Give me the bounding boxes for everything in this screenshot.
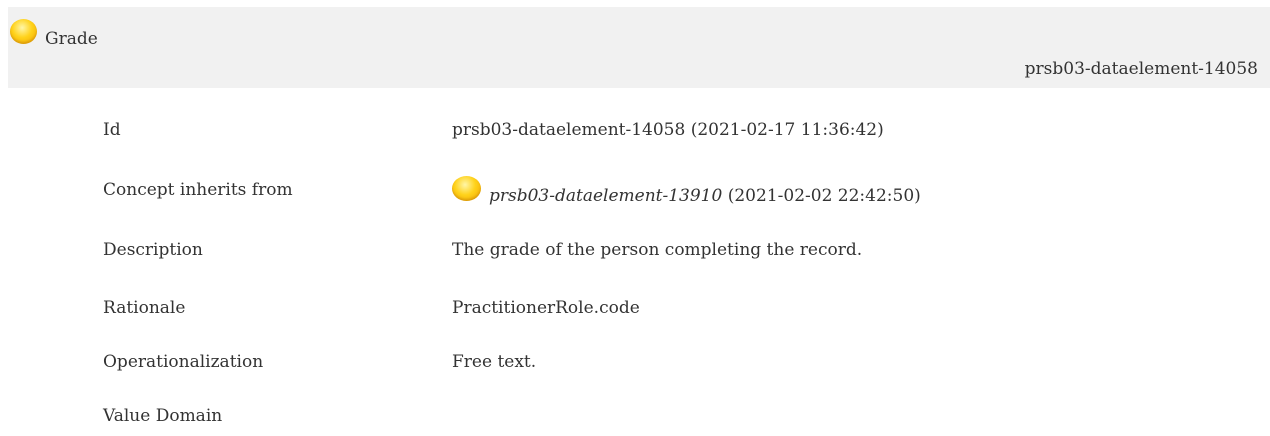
value-domain-row: Value Domain: [0, 406, 1270, 436]
operationalization-row: Operationalization Free text.: [0, 352, 1270, 382]
id-row: Id prsb03-dataelement-14058 (2021-02-17 …: [0, 120, 1270, 150]
description-value: The grade of the person completing the r…: [452, 240, 863, 260]
rationale-value: PractitionerRole.code: [452, 298, 640, 318]
inherits-timestamp: (2021-02-02 22:42:50): [727, 186, 921, 206]
inherits-row: Concept inherits from prsb03-dataelement…: [0, 176, 1270, 210]
id-label: Id: [103, 120, 121, 140]
operationalization-label: Operationalization: [103, 352, 264, 372]
concept-header: Grade prsb03-dataelement-14058: [8, 7, 1270, 88]
concept-title: Grade: [45, 29, 98, 49]
concept-id: prsb03-dataelement-14058: [1024, 59, 1258, 79]
description-label: Description: [103, 240, 203, 260]
inherits-reference-link[interactable]: prsb03-dataelement-13910: [489, 186, 722, 206]
rationale-label: Rationale: [103, 298, 186, 318]
inherits-label: Concept inherits from: [103, 180, 293, 200]
operationalization-value: Free text.: [452, 352, 537, 372]
rationale-row: Rationale PractitionerRole.code: [0, 298, 1270, 328]
value-domain-label: Value Domain: [103, 406, 223, 426]
concept-orb-icon: [452, 176, 481, 201]
id-value: prsb03-dataelement-14058 (2021-02-17 11:…: [452, 120, 884, 140]
concept-orb-icon: [10, 19, 37, 44]
description-row: Description The grade of the person comp…: [0, 240, 1270, 270]
